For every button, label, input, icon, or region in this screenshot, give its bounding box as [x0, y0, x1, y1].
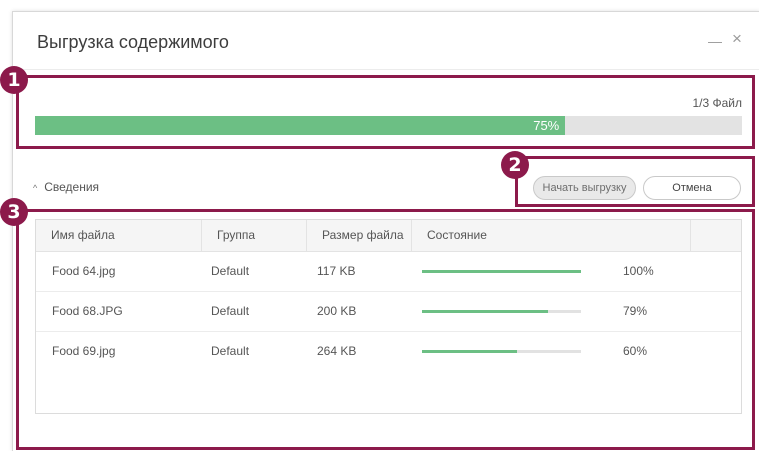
- annotation-frame-3: [16, 209, 755, 450]
- dialog-title: Выгрузка содержимого: [37, 32, 229, 52]
- annotation-frame-2: [515, 156, 755, 207]
- details-label: Сведения: [44, 180, 100, 194]
- header-divider: [13, 69, 759, 70]
- annotation-badge-2: 2: [501, 151, 529, 179]
- chevron-up-icon: ^: [33, 183, 38, 193]
- details-toggle[interactable]: ^ Сведения: [33, 180, 99, 194]
- annotation-frame-1: [16, 75, 755, 149]
- annotation-badge-1: 1: [0, 66, 28, 94]
- minimize-icon[interactable]: —: [708, 34, 722, 48]
- annotation-badge-3: 3: [0, 198, 28, 226]
- close-icon[interactable]: ×: [732, 30, 742, 47]
